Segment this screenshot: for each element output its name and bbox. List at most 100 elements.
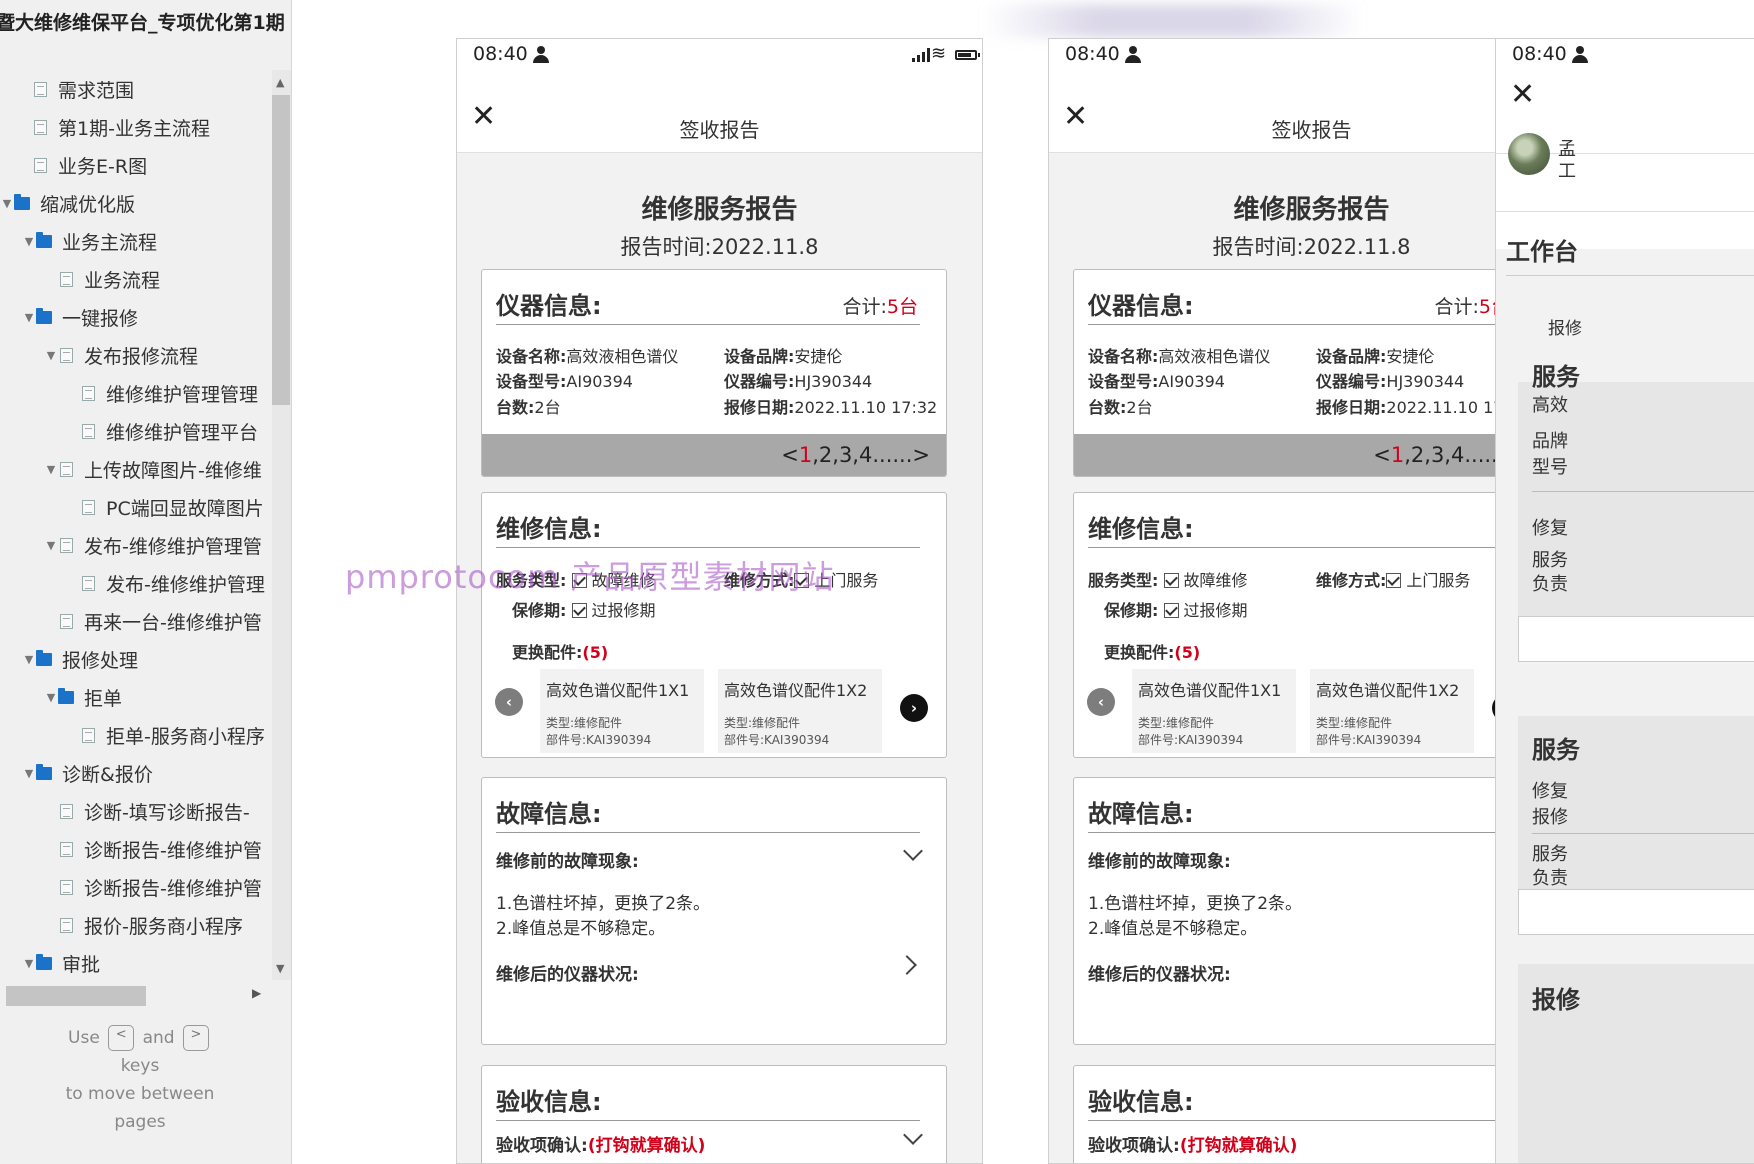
name-fragment-2: 工: [1558, 161, 1576, 182]
expand-toggle-icon[interactable]: ▼: [44, 463, 58, 476]
unit-count-label: 台数:: [496, 398, 535, 417]
tree-item[interactable]: ▼ 审批: [0, 944, 272, 982]
tree-item[interactable]: ▼ 诊断&报价: [0, 754, 272, 792]
part-card[interactable]: 高效色谱仪配件1X2 类型:维修配件 部件号:KAI390394: [1310, 669, 1474, 753]
tree-item[interactable]: 报价-服务商小程序: [0, 906, 272, 944]
keyboard-hint: Use < and > keys to move between pages: [30, 1024, 250, 1136]
tree-item[interactable]: 维修维护管理平台: [0, 412, 272, 450]
tree-item[interactable]: ▼ 发布报修流程: [0, 336, 272, 374]
scroll-up-arrow-icon[interactable]: ▲: [276, 76, 284, 89]
warranty-value: 过报修期: [1183, 601, 1248, 620]
panel-2-input[interactable]: [1518, 889, 1754, 935]
tree-item[interactable]: ▼ 缩减优化版: [0, 184, 272, 222]
part-type: 类型:维修配件: [1138, 716, 1215, 730]
tree-item-label: 业务E-R图: [58, 155, 148, 178]
panel-1-input[interactable]: [1518, 616, 1754, 662]
part-card[interactable]: 高效色谱仪配件1X1 类型:维修配件 部件号:KAI390394: [1132, 669, 1296, 753]
part-card[interactable]: 高效色谱仪配件1X2 类型:维修配件 部件号:KAI390394: [718, 669, 882, 753]
pager-prefix[interactable]: <: [781, 443, 799, 467]
panel-1-line-2: 品牌: [1532, 431, 1568, 452]
fault-line-1: 1.色谱柱坏掉，更换了2条。: [1088, 894, 1303, 914]
repair-method-checkbox[interactable]: [1386, 573, 1402, 588]
pager-rest[interactable]: ,2,3,4......>: [812, 443, 930, 467]
sidebar-scroll-thumb[interactable]: [272, 95, 290, 405]
carousel-next-icon[interactable]: ›: [900, 694, 928, 722]
phone-screen-1: 08:40 ≋ ✕ 签收报告 维修服务报告 报告时间:2022.11.8 仪器信…: [456, 38, 983, 1164]
expand-toggle-icon[interactable]: ▼: [0, 197, 14, 210]
wifi-icon: ≋: [931, 43, 947, 64]
tree-item-label: 诊断-填写诊断报告-: [84, 801, 250, 824]
tree-item[interactable]: ▼ 业务主流程: [0, 222, 272, 260]
tree-item-label: 发布-维修维护管理管: [84, 535, 262, 558]
chevron-down-icon[interactable]: [903, 841, 923, 861]
page-icon: [60, 271, 73, 287]
carousel-prev-icon[interactable]: ‹: [1087, 688, 1115, 716]
warranty-checkbox[interactable]: [571, 603, 587, 618]
fault-heading: 故障信息:: [496, 800, 602, 828]
hint-line2: to move between: [65, 1084, 215, 1104]
expand-toggle-icon[interactable]: ▼: [22, 311, 36, 324]
repair-method-label: 维修方式:: [1316, 571, 1387, 590]
expand-toggle-icon[interactable]: ▼: [44, 691, 58, 704]
sidebar-horizontal-scroll-thumb[interactable]: [6, 986, 146, 1006]
scroll-right-arrow-icon[interactable]: ▶: [252, 986, 261, 1000]
status-time: 08:40: [1512, 43, 1567, 65]
device-name-value: 高效液相色谱仪: [1158, 347, 1271, 366]
device-pager[interactable]: <1,2,3,4......>: [482, 434, 946, 476]
tree-item[interactable]: 诊断报告-维修维护管: [0, 868, 272, 906]
tree-item[interactable]: ▼ 上传故障图片-维修维: [0, 450, 272, 488]
page-icon: [60, 879, 73, 895]
tab-repair[interactable]: 报修: [1548, 314, 1582, 339]
tree-item-label: 诊断报告-维修维护管: [84, 877, 262, 900]
chevron-down-icon[interactable]: [903, 1125, 923, 1145]
pager-current[interactable]: 1: [1391, 443, 1404, 467]
expand-toggle-icon[interactable]: ▼: [44, 539, 58, 552]
avatar: [1508, 133, 1550, 175]
divider: [496, 832, 920, 833]
tree-item[interactable]: 维修维护管理管理: [0, 374, 272, 412]
tree-item-label: 第1期-业务主流程: [58, 117, 210, 140]
tree-item[interactable]: 第1期-业务主流程: [0, 108, 272, 146]
divider: [1532, 833, 1754, 834]
device-brand: 设备品牌:安捷伦: [1316, 343, 1434, 367]
device-brand-value: 安捷伦: [1386, 347, 1435, 366]
tree-item[interactable]: ▼ 发布-维修维护管理管: [0, 526, 272, 564]
repair-date-label: 报修日期:: [724, 398, 795, 417]
tree-item-label: 缩减优化版: [40, 193, 136, 216]
tree-item[interactable]: 业务E-R图: [0, 146, 272, 184]
device-model-value: AI90394: [566, 372, 633, 391]
part-card[interactable]: 高效色谱仪配件1X1 类型:维修配件 部件号:KAI390394: [540, 669, 704, 753]
repair-card: 维修信息: 服务类型: 故障维修 维修方式: 上门服务 保修期: 过报修期 更换配…: [481, 492, 947, 758]
device-brand: 设备品牌:安捷伦: [724, 343, 842, 367]
carousel-prev-icon[interactable]: ‹: [495, 688, 523, 716]
tree-item[interactable]: 诊断报告-维修维护管: [0, 830, 272, 868]
tree-item[interactable]: ▼ 报修处理: [0, 640, 272, 678]
device-pager[interactable]: <1,2,3,4......>: [1074, 434, 1538, 476]
tree-item[interactable]: 需求范围: [0, 70, 272, 108]
repair-method: 维修方式: 上门服务: [1316, 567, 1470, 591]
expand-toggle-icon[interactable]: ▼: [22, 235, 36, 248]
expand-toggle-icon[interactable]: ▼: [44, 349, 58, 362]
tree-item[interactable]: 再来一台-维修维护管: [0, 602, 272, 640]
battery-icon: [955, 50, 980, 60]
tree-item[interactable]: 拒单-服务商小程序: [0, 716, 272, 754]
warranty-value: 过报修期: [591, 601, 656, 620]
tree-item[interactable]: 业务流程: [0, 260, 272, 298]
fault-line-2: 2.峰值总是不够稳定。: [496, 919, 666, 939]
warranty-checkbox[interactable]: [1163, 603, 1179, 618]
service-type-checkbox[interactable]: [1163, 573, 1179, 588]
chevron-right-icon[interactable]: [897, 955, 917, 975]
expand-toggle-icon[interactable]: ▼: [22, 767, 36, 780]
tree-item[interactable]: PC端回显故障图片: [0, 488, 272, 526]
pager-prefix[interactable]: <: [1373, 443, 1391, 467]
expand-toggle-icon[interactable]: ▼: [22, 653, 36, 666]
tree-item-label: PC端回显故障图片: [106, 497, 264, 520]
pager-current[interactable]: 1: [799, 443, 812, 467]
tree-item[interactable]: ▼ 一键报修: [0, 298, 272, 336]
scroll-down-arrow-icon[interactable]: ▼: [276, 962, 284, 975]
tree-item[interactable]: 诊断-填写诊断报告-: [0, 792, 272, 830]
tree-item[interactable]: ▼ 拒单: [0, 678, 272, 716]
close-icon[interactable]: ✕: [1510, 80, 1535, 110]
expand-toggle-icon[interactable]: ▼: [22, 957, 36, 970]
tree-item[interactable]: 发布-维修维护管理: [0, 564, 272, 602]
